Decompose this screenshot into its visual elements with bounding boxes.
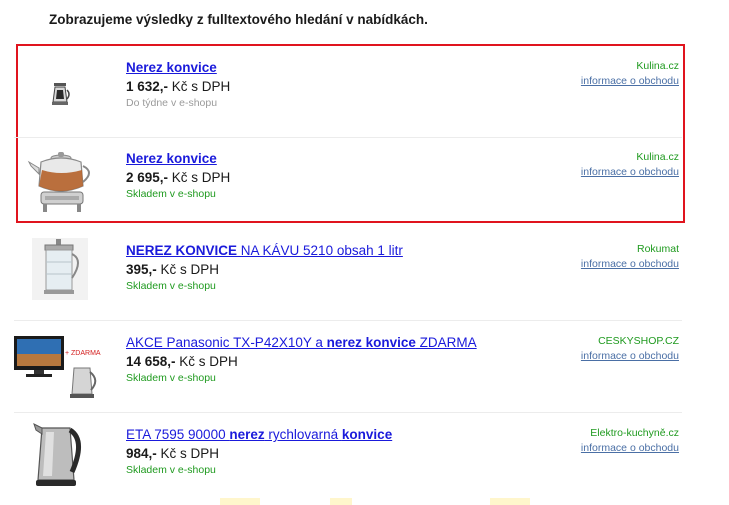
shop-info-link[interactable]: informace o obchodu [581,350,679,362]
availability-text: Skladem v e-shopu [126,372,216,384]
title-segment: NEREZ KONVICE [126,243,238,258]
item-separator [14,320,682,321]
small-kettle-image[interactable] [50,80,72,108]
free-badge: + ZDARMA [65,350,101,357]
item-separator [14,412,682,413]
shop-name: Elektro-kuchyně.cz [590,427,679,439]
shop-info-link[interactable]: informace o obchodu [581,258,679,270]
product-price: 1 632,- Kč s DPH [126,79,231,94]
title-segment: Nerez konvice [126,151,217,166]
shop-info-link[interactable]: informace o obchodu [581,442,679,454]
next-results-strip [0,498,729,505]
product-title[interactable]: ETA 7595 90000 nerez rychlovarná konvice [126,427,392,442]
french-press-image[interactable] [32,238,88,300]
shop-name: Kulina.cz [636,151,679,163]
title-segment: ETA 7595 90000 [126,427,230,442]
results-heading: Zobrazujeme výsledky z fulltextového hle… [49,12,428,27]
shop-name: CESKYSHOP.CZ [598,335,679,347]
title-segment: rychlovarná [264,427,342,442]
title-segment: NA KÁVU 5210 obsah 1 litr [237,243,403,258]
product-title[interactable]: Nerez konvice [126,151,217,166]
product-price: 2 695,- Kč s DPH [126,170,231,185]
product-title[interactable]: Nerez konvice [126,60,217,75]
shop-info-link[interactable]: informace o obchodu [581,75,679,87]
shop-info-link[interactable]: informace o obchodu [581,166,679,178]
title-segment: nerez [229,427,265,442]
product-title[interactable]: AKCE Panasonic TX-P42X10Y a nerez konvic… [126,335,477,350]
title-segment: ZDARMA [415,335,477,350]
title-segment: nerez konvice [326,335,416,350]
title-segment: AKCE Panasonic TX-P42X10Y a [126,335,327,350]
product-price: 14 658,- Kč s DPH [126,354,238,369]
teapot-warmer-image[interactable] [27,146,97,216]
availability-text: Skladem v e-shopu [126,280,216,292]
availability-text: Skladem v e-shopu [126,188,216,200]
item-separator [14,137,682,138]
title-segment: konvice [341,427,393,442]
product-title[interactable]: NEREZ KONVICE NA KÁVU 5210 obsah 1 litr [126,243,403,258]
shop-name: Rokumat [636,243,679,255]
shop-name: Kulina.cz [636,60,679,72]
electric-kettle-image[interactable] [32,420,88,488]
availability-text: Do týdne v e-shopu [126,97,218,109]
product-price: 984,- Kč s DPH [126,446,220,461]
title-segment: Nerez konvice [126,60,217,75]
highlight-frame [16,44,685,223]
product-price: 395,- Kč s DPH [126,262,220,277]
tv-and-kettle-image[interactable]: + ZDARMA [12,330,106,402]
availability-text: Skladem v e-shopu [126,464,216,476]
